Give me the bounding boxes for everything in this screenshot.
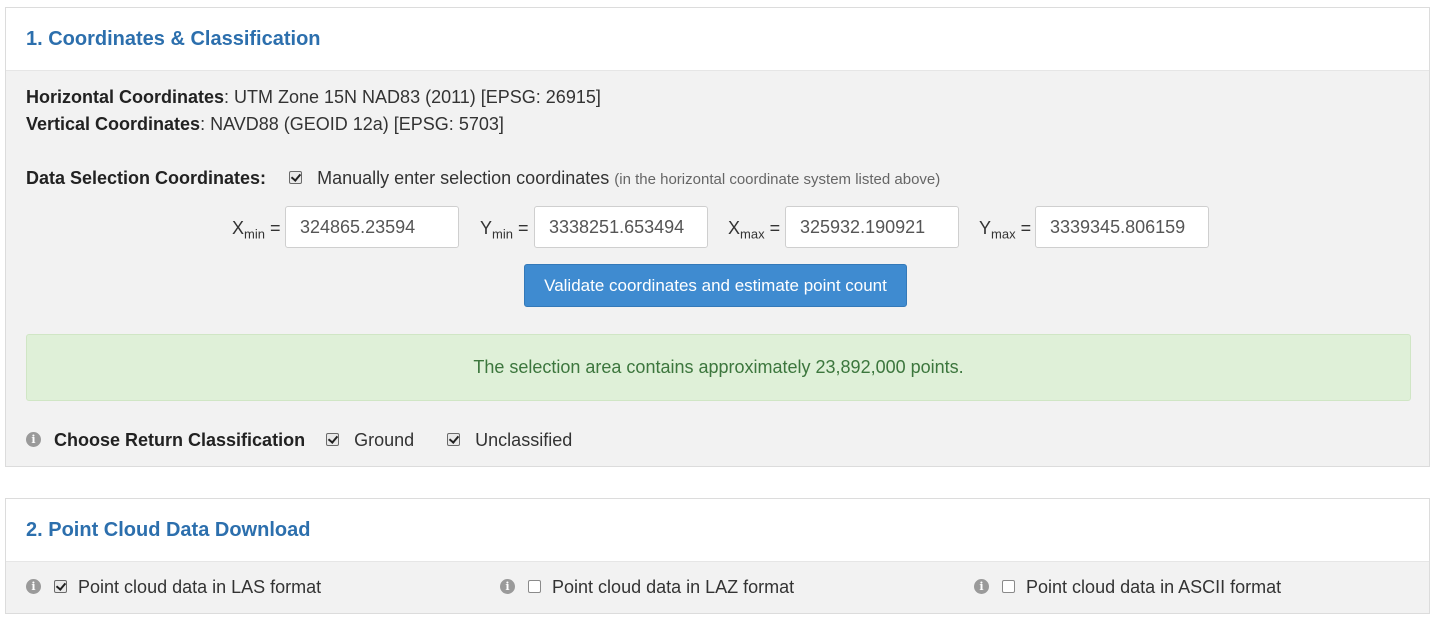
panel-heading: 1. Coordinates & Classification: [6, 8, 1429, 71]
manual-entry-label: Manually enter selection coordinates: [317, 168, 610, 188]
ascii-checkbox[interactable]: [1002, 580, 1016, 594]
info-icon[interactable]: i: [26, 579, 41, 595]
xmax-label: Xmax =: [728, 218, 781, 242]
ymax-label: Ymax =: [979, 218, 1032, 242]
data-selection-label: Data Selection Coordinates:: [26, 168, 267, 188]
classification-row: i Choose Return Classification Ground Un…: [26, 430, 572, 451]
manual-entry-note: (in the horizontal coordinate system lis…: [614, 171, 941, 188]
xmax-input[interactable]: [785, 206, 959, 248]
ground-checkbox[interactable]: [326, 433, 340, 447]
unclassified-checkbox[interactable]: [447, 433, 461, 447]
ymax-input[interactable]: [1035, 206, 1209, 248]
horizontal-coordinates-label: Horizontal Coordinates: [26, 87, 225, 107]
ascii-label: Point cloud data in ASCII format: [1026, 577, 1282, 597]
ground-label: Ground: [354, 430, 415, 450]
las-option: i Point cloud data in LAS format: [26, 577, 321, 598]
panel-heading: 2. Point Cloud Data Download: [6, 499, 1429, 562]
xmin-label: Xmin =: [232, 218, 281, 242]
point-count-alert: The selection area contains approximatel…: [26, 334, 1411, 401]
xmin-input[interactable]: [285, 206, 459, 248]
ymin-input[interactable]: [534, 206, 708, 248]
point-cloud-download-panel: 2. Point Cloud Data Download i Point clo…: [5, 498, 1430, 614]
data-selection-row: Data Selection Coordinates: Manually ent…: [26, 168, 940, 189]
horizontal-coordinates-value: : UTM Zone 15N NAD83 (2011) [EPSG: 26915…: [224, 87, 601, 107]
las-checkbox[interactable]: [54, 580, 68, 594]
horizontal-coordinates-line: Horizontal Coordinates: UTM Zone 15N NAD…: [26, 87, 601, 108]
manual-entry-checkbox[interactable]: [289, 171, 303, 185]
info-icon[interactable]: i: [974, 579, 989, 595]
vertical-coordinates-label: Vertical Coordinates: [26, 114, 201, 134]
coordinates-classification-panel: 1. Coordinates & Classification Horizont…: [5, 7, 1430, 467]
section-title: 2. Point Cloud Data Download: [26, 519, 311, 541]
vertical-coordinates-line: Vertical Coordinates: NAVD88 (GEOID 12a)…: [26, 114, 504, 135]
info-icon[interactable]: i: [26, 432, 41, 448]
classification-label: Choose Return Classification: [54, 430, 306, 450]
vertical-coordinates-value: : NAVD88 (GEOID 12a) [EPSG: 5703]: [200, 114, 504, 134]
laz-checkbox[interactable]: [528, 580, 542, 594]
unclassified-label: Unclassified: [475, 430, 573, 450]
section-title: 1. Coordinates & Classification: [26, 28, 321, 50]
ymin-label: Ymin =: [480, 218, 529, 242]
info-icon[interactable]: i: [500, 579, 515, 595]
validate-coordinates-button[interactable]: Validate coordinates and estimate point …: [524, 264, 907, 307]
ascii-option: i Point cloud data in ASCII format: [974, 577, 1281, 598]
laz-option: i Point cloud data in LAZ format: [500, 577, 794, 598]
las-label: Point cloud data in LAS format: [78, 577, 322, 597]
laz-label: Point cloud data in LAZ format: [552, 577, 795, 597]
